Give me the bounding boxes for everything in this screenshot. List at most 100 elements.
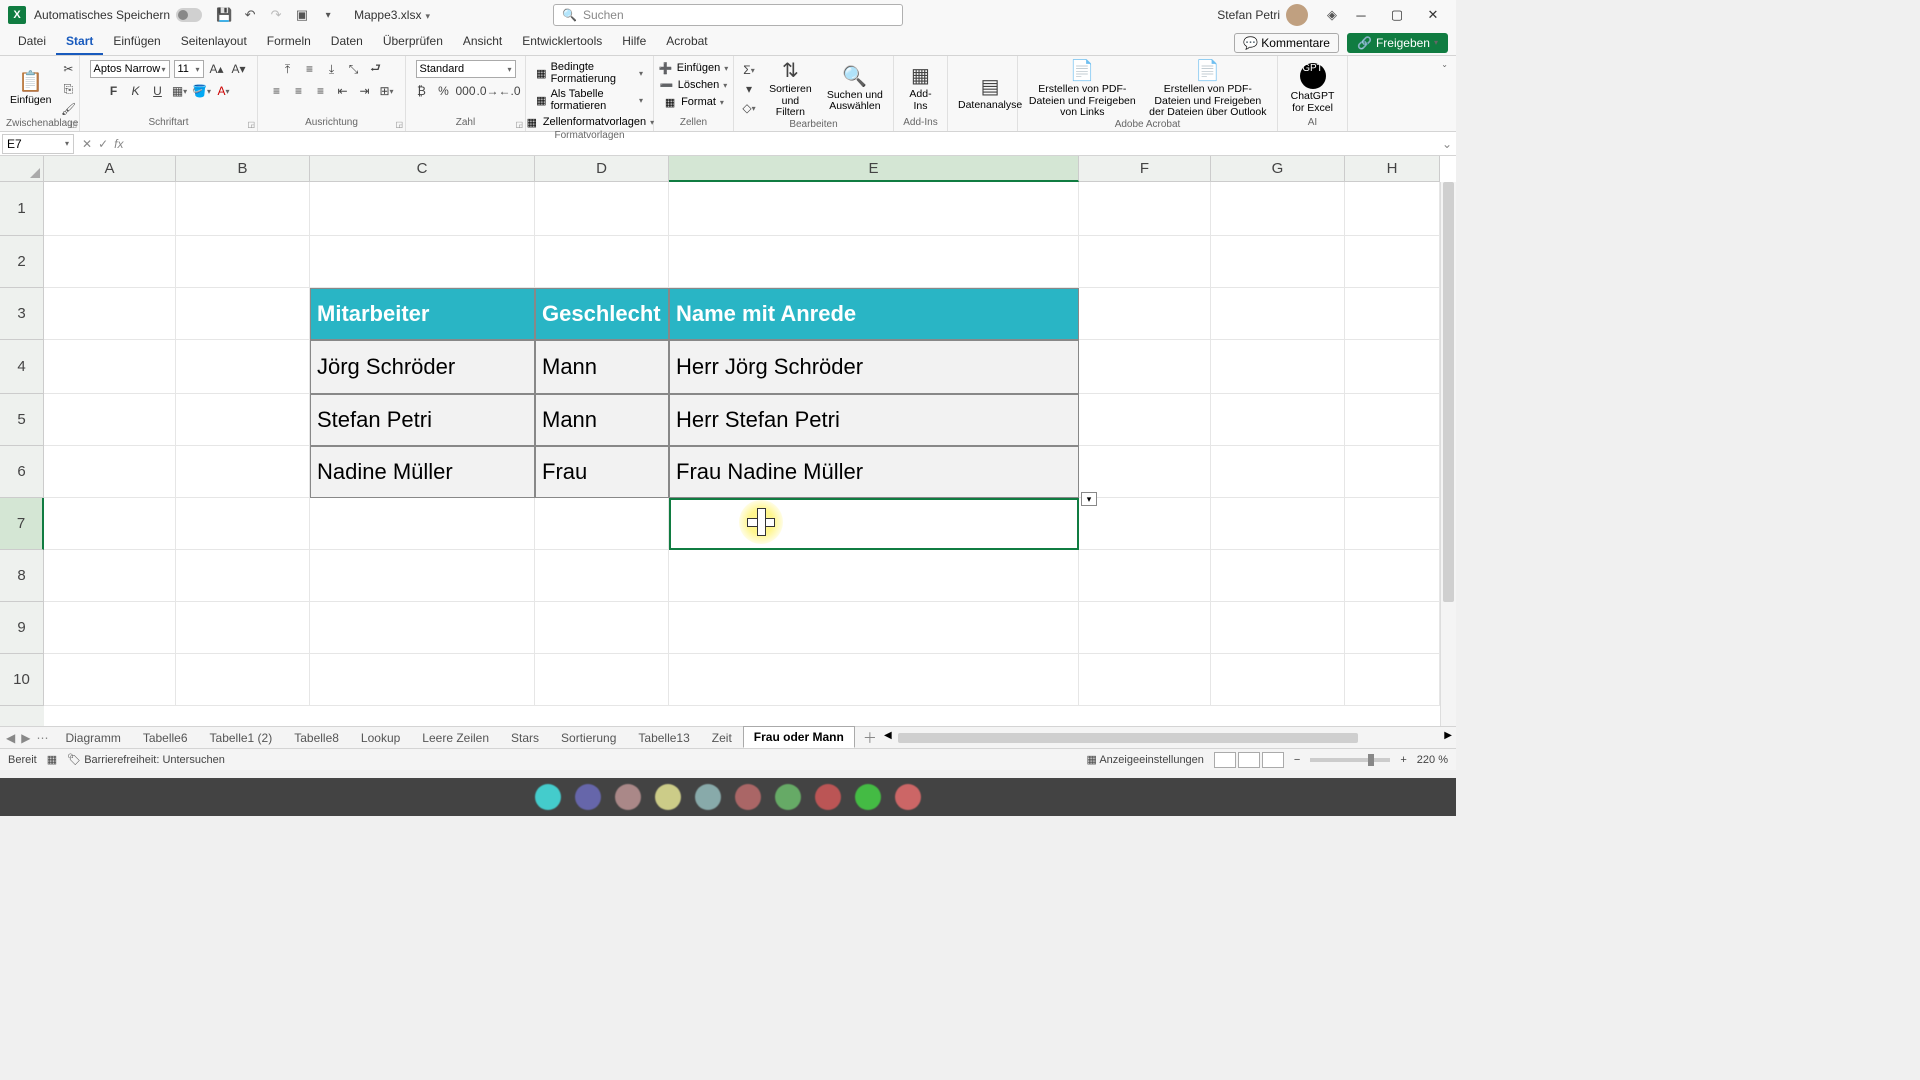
sheet-tab[interactable]: Sortierung xyxy=(550,727,627,749)
underline-button[interactable]: U xyxy=(149,82,167,100)
launcher-icon[interactable]: ◲ xyxy=(247,120,255,129)
cell[interactable] xyxy=(310,236,535,288)
zoom-in-button[interactable]: + xyxy=(1400,754,1406,766)
share-button[interactable]: 🔗 Freigeben ▾ xyxy=(1347,33,1448,53)
autosave-toggle[interactable]: Automatisches Speichern xyxy=(34,8,202,22)
status-accessibility[interactable]: 🏷 Barrierefreiheit: Untersuchen xyxy=(67,753,225,766)
font-name-input[interactable]: Aptos Narrow▾ xyxy=(90,60,170,78)
add-sheet-button[interactable]: ＋ xyxy=(855,728,885,748)
page-break-view-button[interactable] xyxy=(1262,752,1284,768)
cell[interactable] xyxy=(1079,236,1211,288)
zoom-out-button[interactable]: − xyxy=(1294,754,1300,766)
format-cells-button[interactable]: ▦Format▾ xyxy=(659,94,728,110)
cell[interactable] xyxy=(535,602,669,654)
copy-icon[interactable]: ⎘ xyxy=(59,80,77,98)
cell[interactable] xyxy=(1345,340,1440,394)
spreadsheet-grid[interactable]: ABCDEFGH 12345678910 MitarbeiterGeschlec… xyxy=(0,156,1456,726)
cell[interactable] xyxy=(535,498,669,550)
camera-icon[interactable]: ▣ xyxy=(294,7,310,23)
sheet-tab[interactable]: Tabelle1 (2) xyxy=(199,727,284,749)
acrobat-create-link-button[interactable]: 📄 Erstellen von PDF-Dateien und Freigebe… xyxy=(1024,60,1141,119)
cell[interactable] xyxy=(310,498,535,550)
cell[interactable] xyxy=(1211,394,1345,446)
sheet-tab[interactable]: Tabelle6 xyxy=(132,727,199,749)
ribbon-tab-hilfe[interactable]: Hilfe xyxy=(612,29,656,55)
cell[interactable] xyxy=(1211,182,1345,236)
ribbon-collapse-icon[interactable]: ⌄ xyxy=(1433,56,1456,131)
save-icon[interactable]: 💾 xyxy=(216,7,232,23)
cell[interactable] xyxy=(44,182,176,236)
sheet-tab[interactable]: Diagramm xyxy=(54,727,131,749)
font-color-icon[interactable]: A▾ xyxy=(215,82,233,100)
fx-icon[interactable]: fx xyxy=(114,137,123,151)
chatgpt-button[interactable]: GPT ChatGPT for Excel xyxy=(1284,63,1341,114)
toggle-icon[interactable] xyxy=(176,8,202,22)
minimize-button[interactable]: ─ xyxy=(1346,3,1376,27)
sheet-tab[interactable]: Stars xyxy=(500,727,550,749)
cell[interactable] xyxy=(1345,394,1440,446)
sheet-nav-prev-icon[interactable]: ◀ xyxy=(6,731,15,745)
cell[interactable] xyxy=(44,236,176,288)
search-input[interactable]: 🔍 Suchen xyxy=(553,4,903,26)
filename[interactable]: Mappe3.xlsx▾ xyxy=(354,8,430,22)
cut-icon[interactable]: ✂ xyxy=(59,60,77,78)
cell[interactable] xyxy=(1211,446,1345,498)
ribbon-tab-entwicklertools[interactable]: Entwicklertools xyxy=(512,29,612,55)
cell[interactable] xyxy=(1345,288,1440,340)
page-layout-view-button[interactable] xyxy=(1238,752,1260,768)
zoom-slider[interactable] xyxy=(1310,758,1390,762)
cell[interactable] xyxy=(176,340,310,394)
cell[interactable] xyxy=(1345,498,1440,550)
sheet-nav-more-icon[interactable]: ⋯ xyxy=(36,731,48,745)
sheet-tab[interactable]: Lookup xyxy=(350,727,411,749)
table-header[interactable]: Name mit Anrede xyxy=(669,288,1079,340)
cell[interactable] xyxy=(1345,602,1440,654)
table-cell[interactable]: Frau Nadine Müller xyxy=(669,446,1079,498)
cell[interactable] xyxy=(44,602,176,654)
cell[interactable] xyxy=(44,394,176,446)
sort-filter-button[interactable]: ⇅ Sortieren und Filtern xyxy=(762,60,819,119)
thousands-icon[interactable]: 000 xyxy=(457,82,475,100)
indent-dec-icon[interactable]: ⇤ xyxy=(334,82,352,100)
vertical-scrollbar[interactable] xyxy=(1440,182,1456,726)
conditional-format-button[interactable]: ▦Bedingte Formatierung▾ xyxy=(532,60,647,86)
sheet-tab[interactable]: Leere Zeilen xyxy=(411,727,500,749)
selected-cell[interactable] xyxy=(669,498,1079,550)
wrap-text-icon[interactable]: ⮐ xyxy=(367,60,385,78)
cell[interactable] xyxy=(176,550,310,602)
align-center-icon[interactable]: ≡ xyxy=(290,82,308,100)
row-header[interactable]: 7 xyxy=(0,498,44,550)
table-cell[interactable]: Herr Jörg Schröder xyxy=(669,340,1079,394)
cell[interactable] xyxy=(1211,550,1345,602)
column-header[interactable]: D xyxy=(535,156,669,182)
cell[interactable] xyxy=(310,602,535,654)
cancel-formula-icon[interactable]: ✕ xyxy=(82,137,92,151)
formula-input[interactable] xyxy=(129,134,1438,154)
ribbon-tab-datei[interactable]: Datei xyxy=(8,29,56,55)
row-header[interactable]: 9 xyxy=(0,602,44,654)
format-painter-icon[interactable]: 🖌 xyxy=(59,100,77,118)
clear-icon[interactable]: ◇▾ xyxy=(740,99,758,117)
align-top-icon[interactable]: ⤒ xyxy=(279,60,297,78)
addins-button[interactable]: ▦ Add-Ins xyxy=(900,65,941,112)
cell[interactable] xyxy=(1211,236,1345,288)
italic-button[interactable]: K xyxy=(127,82,145,100)
fill-icon[interactable]: ▾ xyxy=(740,80,758,98)
cell[interactable] xyxy=(1345,654,1440,706)
display-settings[interactable]: ▦ Anzeigeeinstellungen xyxy=(1086,753,1203,766)
accept-formula-icon[interactable]: ✓ xyxy=(98,137,108,151)
cell[interactable] xyxy=(44,446,176,498)
row-header[interactable]: 1 xyxy=(0,182,44,236)
autosum-icon[interactable]: Σ▾ xyxy=(740,61,758,79)
shrink-font-icon[interactable]: A▾ xyxy=(230,60,248,78)
cell[interactable] xyxy=(310,182,535,236)
cell[interactable] xyxy=(44,340,176,394)
autofill-options-icon[interactable]: ▾ xyxy=(1081,492,1097,506)
find-select-button[interactable]: 🔍 Suchen und Auswählen xyxy=(823,66,887,113)
comments-button[interactable]: 💬 Kommentare xyxy=(1234,33,1339,53)
ribbon-tab-formeln[interactable]: Formeln xyxy=(257,29,321,55)
column-header[interactable]: E xyxy=(669,156,1079,182)
cell[interactable] xyxy=(310,550,535,602)
cell[interactable] xyxy=(535,236,669,288)
align-middle-icon[interactable]: ≡ xyxy=(301,60,319,78)
